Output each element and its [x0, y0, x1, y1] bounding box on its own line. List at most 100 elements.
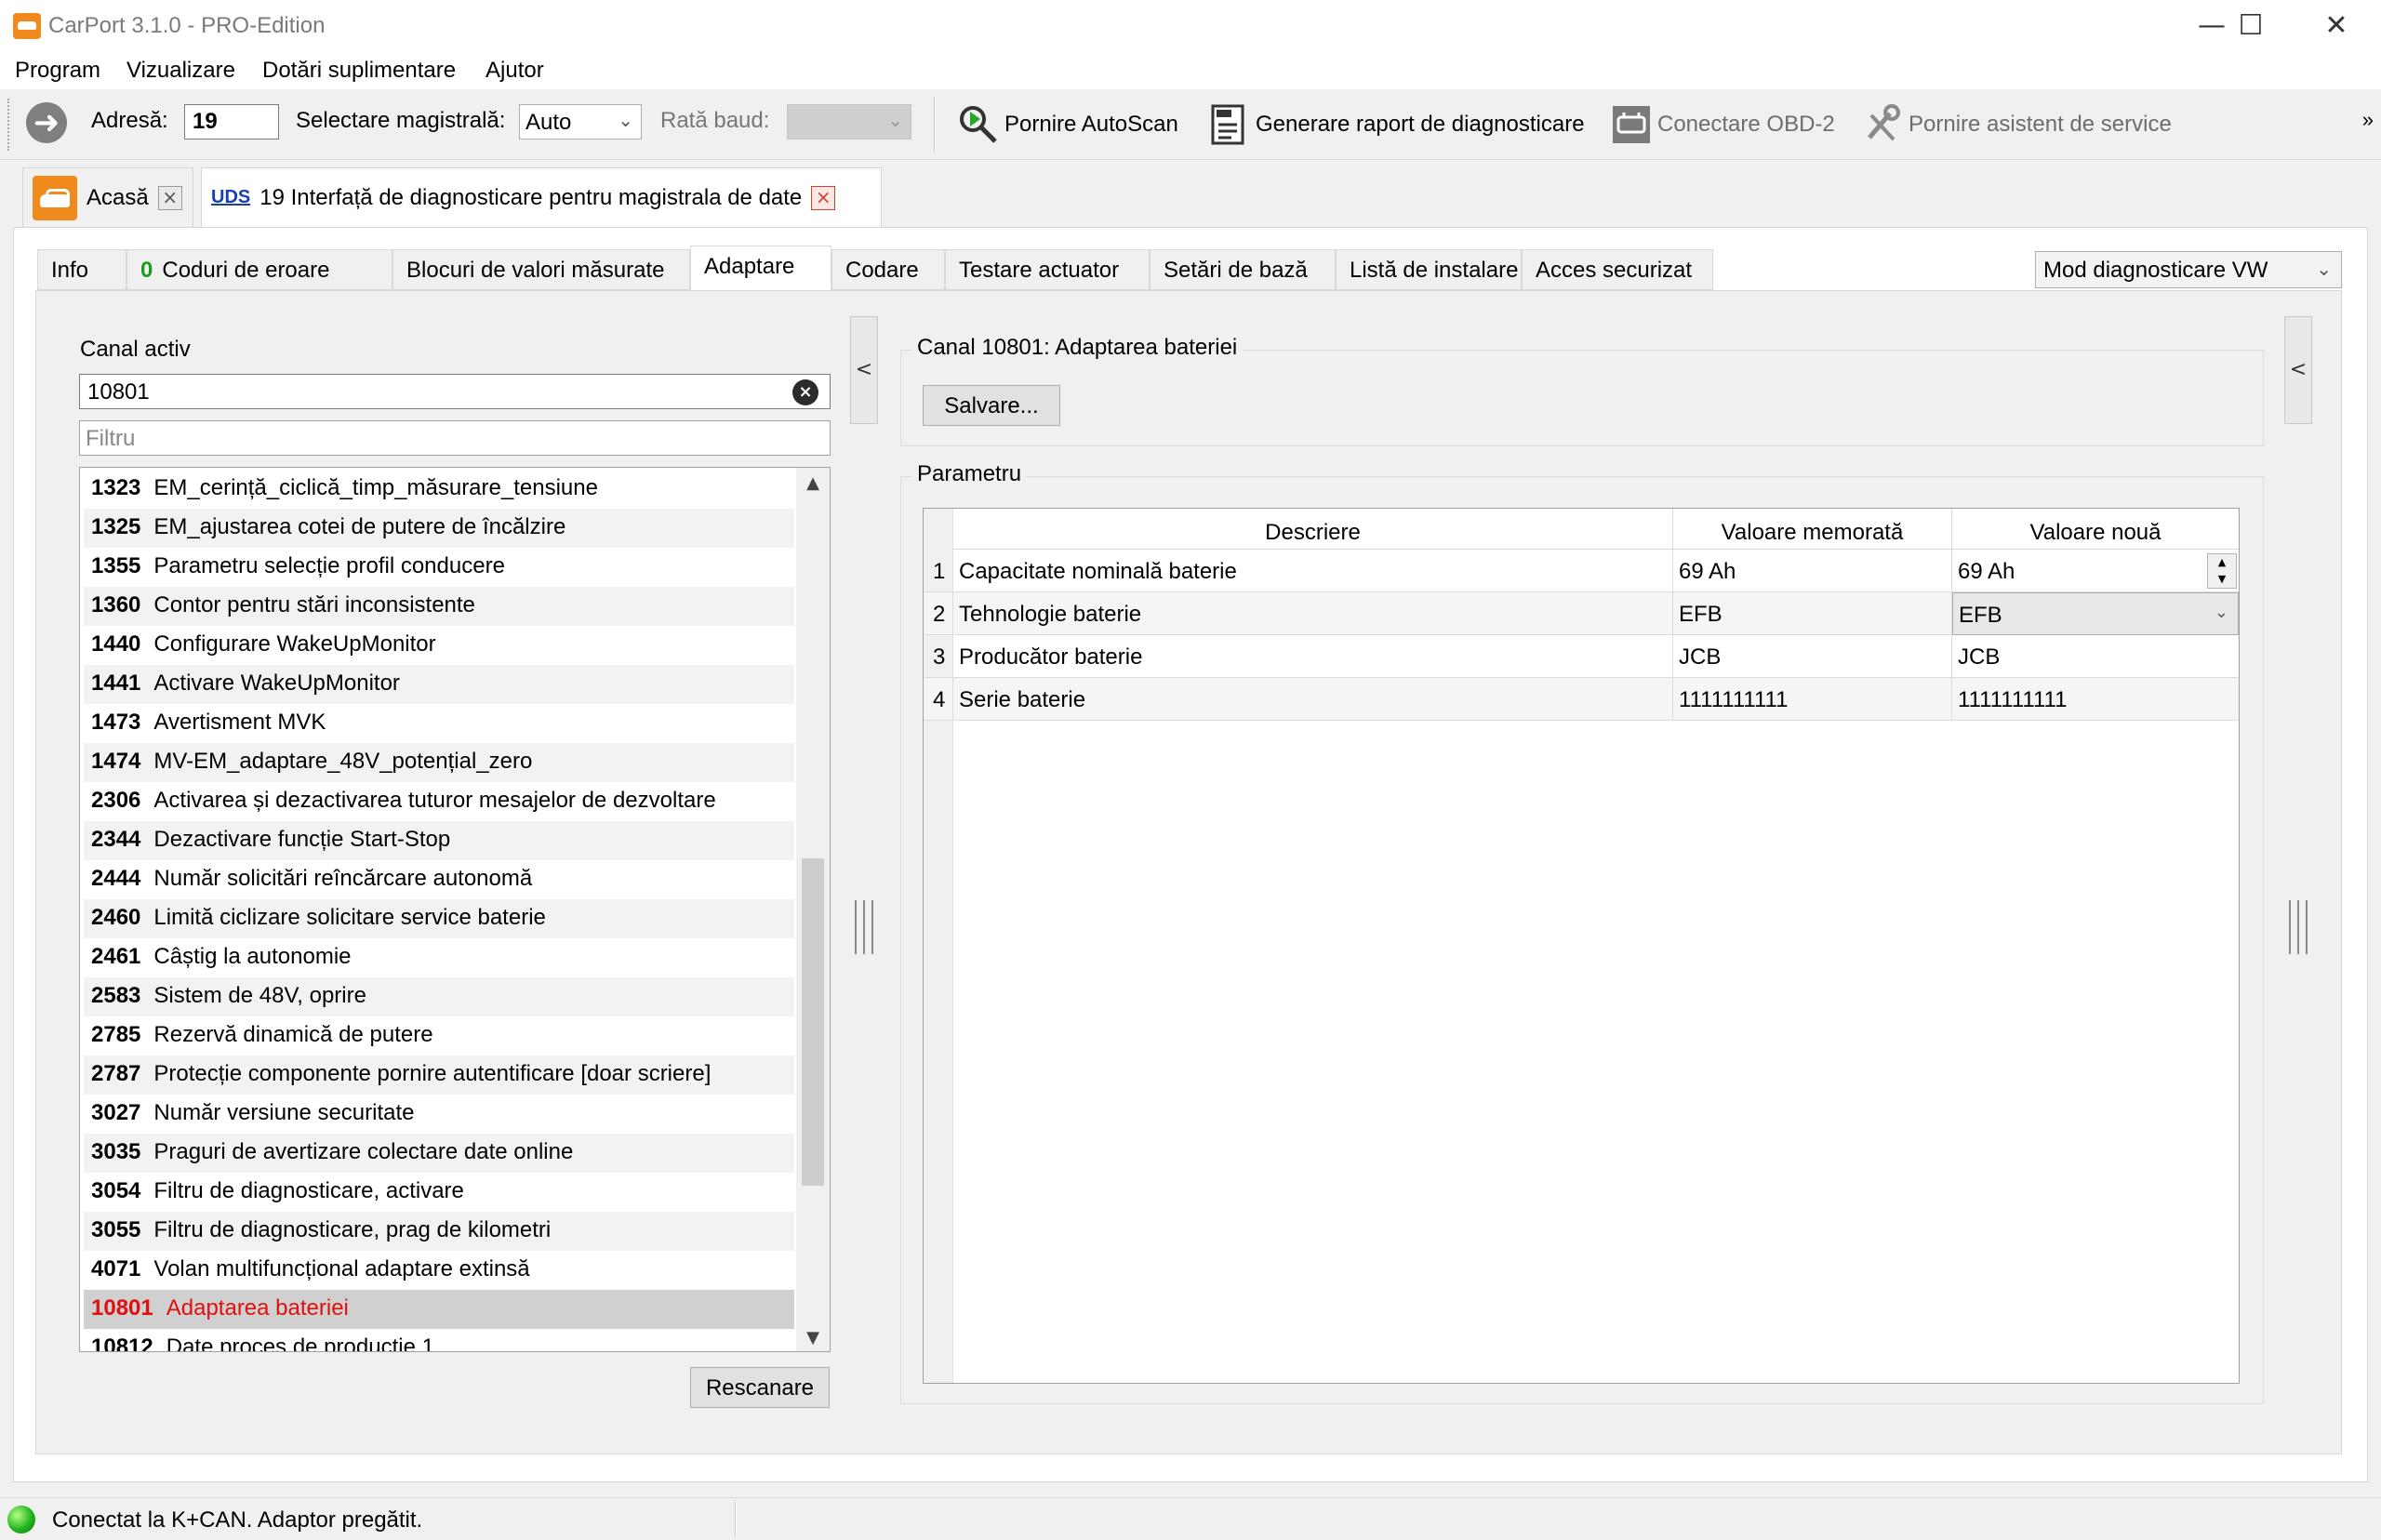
baud-label: Rată baud:	[660, 108, 770, 133]
error-count-badge: 0	[140, 258, 153, 283]
row-new-value[interactable]: 69 Ah ▲ ▼	[1952, 550, 2239, 592]
list-item[interactable]: 1473 Avertisment MVK	[84, 704, 794, 743]
list-item[interactable]: 2461 Câștig la autonomie	[84, 938, 794, 977]
list-item[interactable]: 2460 Limită ciclizare solicitare service …	[84, 899, 794, 938]
generate-report-button[interactable]: Generare raport de diagnosticare	[1209, 99, 1585, 151]
save-button[interactable]: Salvare...	[923, 385, 1060, 426]
list-item[interactable]: 2583 Sistem de 48V, oprire	[84, 977, 794, 1016]
service-assistant-icon	[1862, 104, 1903, 145]
column-description[interactable]: Descriere	[953, 509, 1673, 550]
row-new-value[interactable]: EFB ⌄	[1952, 592, 2239, 635]
toolbar: ➜ Adresă: 19 Selectare magistrală: Auto …	[0, 89, 2381, 160]
row-number-text: 1	[933, 559, 946, 584]
toolbar-overflow-button[interactable]: »	[2362, 108, 2374, 132]
tab-basic-settings[interactable]: Setări de bază	[1150, 249, 1336, 290]
channel-name: Filtru de diagnosticare, activare	[153, 1178, 464, 1203]
spin-down-icon[interactable]: ▼	[2208, 571, 2236, 588]
filter-input[interactable]: Filtru	[79, 420, 831, 456]
list-item[interactable]: 10812 Date proces de producție 1	[84, 1329, 794, 1351]
channel-name: Contor pentru stări inconsistente	[153, 592, 475, 617]
technology-select[interactable]: EFB ⌄	[1952, 592, 2239, 635]
tab-module-19[interactable]: UDS 19 Interfață de diagnosticare pentru…	[201, 167, 882, 227]
scroll-down-icon[interactable]: ▼	[796, 1328, 830, 1348]
channel-name: Rezervă dinamică de putere	[153, 1022, 433, 1047]
splitter-grip-icon[interactable]	[2289, 900, 2308, 954]
channel-list-scrollbar[interactable]: ▲ ▼	[796, 468, 830, 1351]
tab-adaptation[interactable]: Adaptare	[690, 246, 831, 292]
list-item[interactable]: 4071 Volan multifuncțional adaptare extin…	[84, 1251, 794, 1290]
list-item[interactable]: 2787 Protecție componente pornire autenti…	[84, 1055, 794, 1095]
column-stored-value[interactable]: Valoare memorată	[1673, 509, 1952, 550]
tab-info[interactable]: Info	[37, 249, 126, 290]
channel-list[interactable]: 1323 EM_cerință_ciclică_timp_măsurare_ten…	[79, 467, 831, 1352]
list-item[interactable]: 1355 Parametru selecție profil conducere	[84, 548, 794, 587]
list-item[interactable]: 1323 EM_cerință_ciclică_timp_măsurare_ten…	[84, 470, 794, 509]
spin-up-icon[interactable]: ▲	[2208, 554, 2236, 571]
list-item[interactable]: 10801 Adaptarea bateriei	[84, 1290, 794, 1329]
list-item[interactable]: 2785 Rezervă dinamică de putere	[84, 1016, 794, 1055]
clear-icon[interactable]: ×	[792, 379, 818, 405]
toolbar-grip[interactable]	[7, 99, 13, 151]
list-item[interactable]: 1441 Activare WakeUpMonitor	[84, 665, 794, 704]
close-icon[interactable]: ×	[811, 185, 836, 210]
rescan-button[interactable]: Rescanare	[690, 1367, 830, 1408]
row-new-value[interactable]: 1111111111	[1952, 678, 2239, 721]
table-row[interactable]: 1 Capacitate nominală baterie 69 Ah 69 Ah ▲ ▼	[924, 550, 2239, 592]
connect-obd-button[interactable]: Conectare OBD-2	[1611, 99, 1835, 151]
menu-program[interactable]: Program	[15, 58, 100, 84]
list-item[interactable]: 3035 Praguri de avertizare colectare date…	[84, 1134, 794, 1173]
collapse-right-button[interactable]: <	[2284, 316, 2312, 424]
row-number: 1	[924, 550, 953, 592]
tab-coding[interactable]: Codare	[831, 249, 945, 290]
list-item[interactable]: 2444 Număr solicitări reîncărcare autonom…	[84, 860, 794, 899]
autoscan-button[interactable]: Pornire AutoScan	[958, 99, 1178, 151]
capacity-spinner[interactable]: ▲ ▼	[2207, 553, 2237, 589]
list-item[interactable]: 1474 MV-EM_adaptare_48V_potențial_zero	[84, 743, 794, 782]
tab-secure-access[interactable]: Acces securizat	[1522, 249, 1713, 290]
tab-error-codes[interactable]: 0 Coduri de eroare	[126, 249, 392, 290]
list-item[interactable]: 2306 Activarea și dezactivarea tuturor me…	[84, 782, 794, 821]
table-row[interactable]: 2 Tehnologie baterie EFB EFB ⌄	[924, 592, 2239, 635]
row-stored-value-text: JCB	[1679, 644, 1722, 670]
list-item[interactable]: 3054 Filtru de diagnosticare, activare	[84, 1173, 794, 1212]
column-new-value[interactable]: Valoare nouă	[1952, 509, 2239, 550]
channel-code: 2344	[91, 827, 141, 852]
active-channel-input[interactable]: 10801 ×	[79, 374, 831, 409]
scroll-up-icon[interactable]: ▲	[796, 473, 830, 493]
channel-code: 2787	[91, 1061, 141, 1086]
list-item[interactable]: 3055 Filtru de diagnosticare, prag de kil…	[84, 1212, 794, 1251]
scrollbar-thumb[interactable]	[802, 858, 824, 1186]
bus-select[interactable]: Auto ⌄	[519, 104, 642, 139]
active-channel-value: 10801	[87, 379, 150, 405]
list-item[interactable]: 2344 Dezactivare funcție Start-Stop	[84, 821, 794, 860]
menu-extras[interactable]: Dotări suplimentare	[262, 58, 456, 84]
row-description: Serie baterie	[953, 678, 1673, 721]
tab-home[interactable]: Acasă ×	[22, 167, 193, 227]
list-item[interactable]: 3027 Număr versiune securitate	[84, 1095, 794, 1134]
menu-view[interactable]: Vizualizare	[126, 58, 235, 84]
table-row[interactable]: 4 Serie baterie 1111111111 1111111111	[924, 678, 2239, 721]
toolbar-separator	[934, 97, 936, 153]
splitter-grip-icon[interactable]	[855, 900, 873, 954]
left-splitter[interactable]	[850, 312, 878, 1428]
service-assistant-button[interactable]: Pornire asistent de service	[1862, 99, 2172, 151]
tab-actuator-test[interactable]: Testare actuator	[945, 249, 1150, 290]
right-splitter[interactable]	[2284, 312, 2312, 1428]
list-item[interactable]: 1440 Configurare WakeUpMonitor	[84, 626, 794, 665]
menu-help[interactable]: Ajutor	[486, 58, 544, 84]
tab-measured-blocks[interactable]: Blocuri de valori măsurate	[392, 249, 690, 290]
channel-name: EM_ajustarea cotei de putere de încălzir…	[153, 514, 566, 539]
row-new-value[interactable]: JCB	[1952, 635, 2239, 678]
close-icon[interactable]: ×	[157, 185, 182, 210]
forward-arrow-icon[interactable]: ➜	[26, 102, 67, 143]
collapse-left-button[interactable]: <	[850, 316, 878, 424]
minimize-button[interactable]: —	[2193, 9, 2230, 43]
tab-install-list[interactable]: Listă de instalare	[1336, 249, 1522, 290]
list-item[interactable]: 1360 Contor pentru stări inconsistente	[84, 587, 794, 626]
diagnostic-mode-select[interactable]: Mod diagnosticare VW ⌄	[2035, 251, 2342, 288]
table-row[interactable]: 3 Producător baterie JCB JCB	[924, 635, 2239, 678]
maximize-button[interactable]: ☐	[2232, 9, 2269, 43]
close-window-button[interactable]: ✕	[2318, 9, 2355, 43]
address-input[interactable]: 19	[184, 104, 279, 139]
list-item[interactable]: 1325 EM_ajustarea cotei de putere de încă…	[84, 509, 794, 548]
